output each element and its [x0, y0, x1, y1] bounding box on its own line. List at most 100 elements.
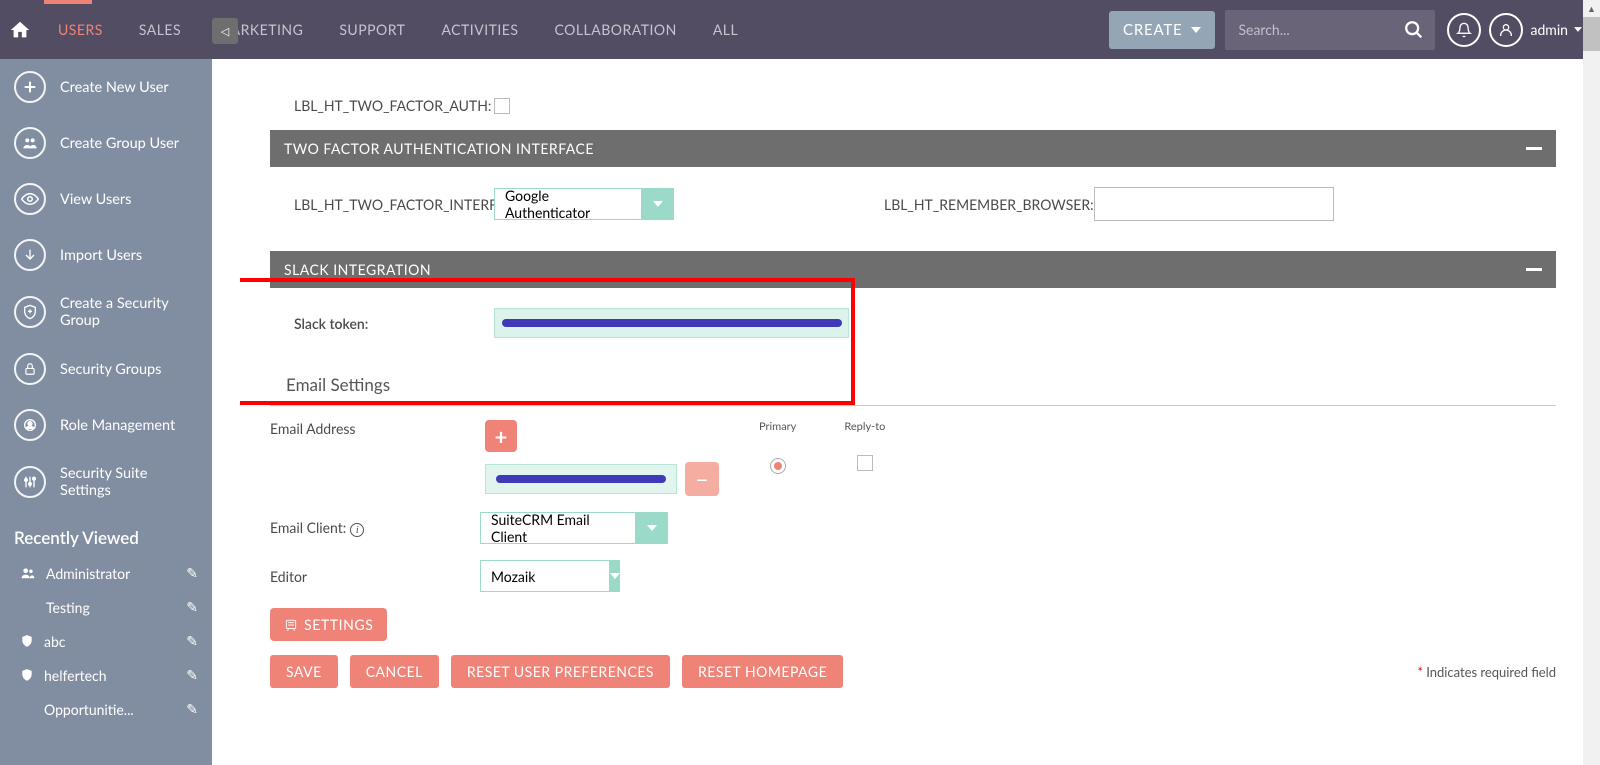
edit-icon[interactable]: ✎: [186, 700, 198, 718]
panel-slack: SLACK INTEGRATION: [270, 251, 1556, 288]
recent-item[interactable]: Testing ✎: [0, 590, 212, 624]
sidebar-item-label: Create a Security Group: [60, 295, 198, 329]
nav-sales[interactable]: SALES: [121, 0, 199, 59]
editor-select[interactable]: Mozaik: [480, 560, 612, 592]
recent-header: Recently Viewed: [0, 511, 212, 556]
email-input[interactable]: [485, 464, 677, 494]
email-address-label: Email Address: [270, 420, 485, 437]
sidebar: Create New User Create Group User View U…: [0, 59, 212, 765]
remove-email-button[interactable]: −: [685, 462, 719, 496]
reset-home-button[interactable]: RESET HOMEPAGE: [682, 655, 843, 688]
eye-icon: [14, 183, 46, 215]
sidebar-item-label: Security Suite Settings: [60, 465, 198, 499]
nav-collaboration[interactable]: COLLABORATION: [536, 0, 694, 59]
panel-2fa-interface: TWO FACTOR AUTHENTICATION INTERFACE: [270, 130, 1556, 167]
remember-browser-input[interactable]: [1094, 187, 1334, 221]
sliders-icon: [14, 466, 46, 498]
scrollbar[interactable]: ▲: [1583, 0, 1600, 765]
two-factor-auth-label: LBL_HT_TWO_FACTOR_AUTH:: [294, 97, 494, 114]
edit-icon[interactable]: ✎: [186, 564, 198, 582]
sidebar-security-suite[interactable]: Security Suite Settings: [0, 453, 212, 511]
create-button[interactable]: CREATE: [1109, 11, 1215, 49]
home-icon[interactable]: [0, 19, 40, 41]
sidebar-item-label: Security Groups: [60, 361, 161, 378]
recent-item[interactable]: abc ✎: [0, 624, 212, 658]
panel-title: SLACK INTEGRATION: [284, 261, 431, 278]
footer-actions: SAVE CANCEL RESET USER PREFERENCES RESET…: [270, 655, 1556, 688]
replyto-checkbox[interactable]: [857, 455, 873, 471]
recent-label: abc: [44, 633, 65, 650]
nav-support[interactable]: SUPPORT: [321, 0, 423, 59]
nav-users[interactable]: USERS: [40, 0, 121, 59]
sidebar-create-user[interactable]: Create New User: [0, 59, 212, 115]
scroll-thumb[interactable]: [1583, 17, 1600, 51]
role-icon: [14, 409, 46, 441]
required-note: * Indicates required field: [1417, 664, 1556, 680]
dropdown-value: Google Authenticator: [494, 188, 642, 220]
divider: [270, 405, 1556, 406]
admin-menu[interactable]: admin: [1531, 21, 1583, 38]
chevron-down-icon[interactable]: [642, 188, 674, 220]
edit-icon[interactable]: ✎: [186, 598, 198, 616]
chevron-down-icon[interactable]: [610, 560, 620, 592]
collapse-icon[interactable]: [1526, 147, 1542, 150]
sidebar-security-groups[interactable]: Security Groups: [0, 341, 212, 397]
remember-browser-label: LBL_HT_REMEMBER_BROWSER:: [884, 196, 1094, 213]
sidebar-role-mgmt[interactable]: Role Management: [0, 397, 212, 453]
settings-label: SETTINGS: [304, 616, 373, 633]
primary-radio[interactable]: [770, 458, 786, 474]
chevron-down-icon[interactable]: [636, 512, 668, 544]
recent-label: Testing: [46, 599, 90, 616]
cancel-button[interactable]: CANCEL: [350, 655, 439, 688]
sidebar-item-label: Role Management: [60, 417, 175, 434]
redacted-value: [502, 319, 842, 327]
scroll-up-icon[interactable]: ▲: [1583, 0, 1600, 17]
two-factor-auth-checkbox[interactable]: [494, 98, 510, 114]
slack-token-label: Slack token:: [294, 315, 494, 332]
info-icon[interactable]: i: [350, 523, 364, 537]
edit-icon[interactable]: ✎: [186, 632, 198, 650]
user-icon[interactable]: [1489, 13, 1523, 47]
dropdown-value: Mozaik: [480, 560, 610, 592]
recent-label: Administrator: [46, 565, 130, 582]
editor-label: Editor: [270, 568, 480, 585]
sidebar-item-label: Import Users: [60, 247, 142, 264]
edit-icon[interactable]: ✎: [186, 666, 198, 684]
recent-item[interactable]: helfertech ✎: [0, 658, 212, 692]
redacted-value: [496, 475, 666, 483]
sidebar-view-users[interactable]: View Users: [0, 171, 212, 227]
sidebar-create-group-user[interactable]: Create Group User: [0, 115, 212, 171]
lock-icon: [14, 353, 46, 385]
collapse-icon[interactable]: [1526, 268, 1542, 271]
admin-label: admin: [1531, 21, 1569, 38]
sidebar-create-security-group[interactable]: Create a Security Group: [0, 283, 212, 341]
shield-plus-icon: [14, 296, 46, 328]
right-icons: admin: [1435, 13, 1600, 47]
save-button[interactable]: SAVE: [270, 655, 338, 688]
search-icon[interactable]: [1403, 19, 1425, 45]
top-nav: USERS SALES MARKETING SUPPORT ACTIVITIES…: [0, 0, 1600, 59]
recent-label: helfertech: [44, 667, 107, 684]
collapse-sidebar[interactable]: ◁: [212, 18, 238, 44]
two-factor-interface-select[interactable]: Google Authenticator: [494, 188, 674, 220]
settings-button[interactable]: SETTINGS: [270, 608, 387, 641]
main-content: LBL_HT_TWO_FACTOR_AUTH: TWO FACTOR AUTHE…: [240, 59, 1586, 765]
download-icon: [14, 239, 46, 271]
recent-item[interactable]: Administrator ✎: [0, 556, 212, 590]
nav-all[interactable]: ALL: [695, 0, 756, 59]
nav-activities[interactable]: ACTIVITIES: [423, 0, 536, 59]
sidebar-item-label: View Users: [60, 191, 131, 208]
primary-label: Primary: [759, 420, 796, 433]
add-email-button[interactable]: +: [485, 420, 517, 452]
dropdown-value: SuiteCRM Email Client: [480, 512, 636, 544]
slack-token-input[interactable]: [494, 308, 849, 338]
reset-prefs-button[interactable]: RESET USER PREFERENCES: [451, 655, 670, 688]
sidebar-import-users[interactable]: Import Users: [0, 227, 212, 283]
recent-item[interactable]: Opportunitie... ✎: [0, 692, 212, 726]
create-label: CREATE: [1123, 21, 1183, 39]
bell-icon[interactable]: [1447, 13, 1481, 47]
email-client-select[interactable]: SuiteCRM Email Client: [480, 512, 668, 544]
sidebar-item-label: Create Group User: [60, 135, 179, 152]
sidebar-item-label: Create New User: [60, 79, 169, 96]
plus-icon: [14, 71, 46, 103]
